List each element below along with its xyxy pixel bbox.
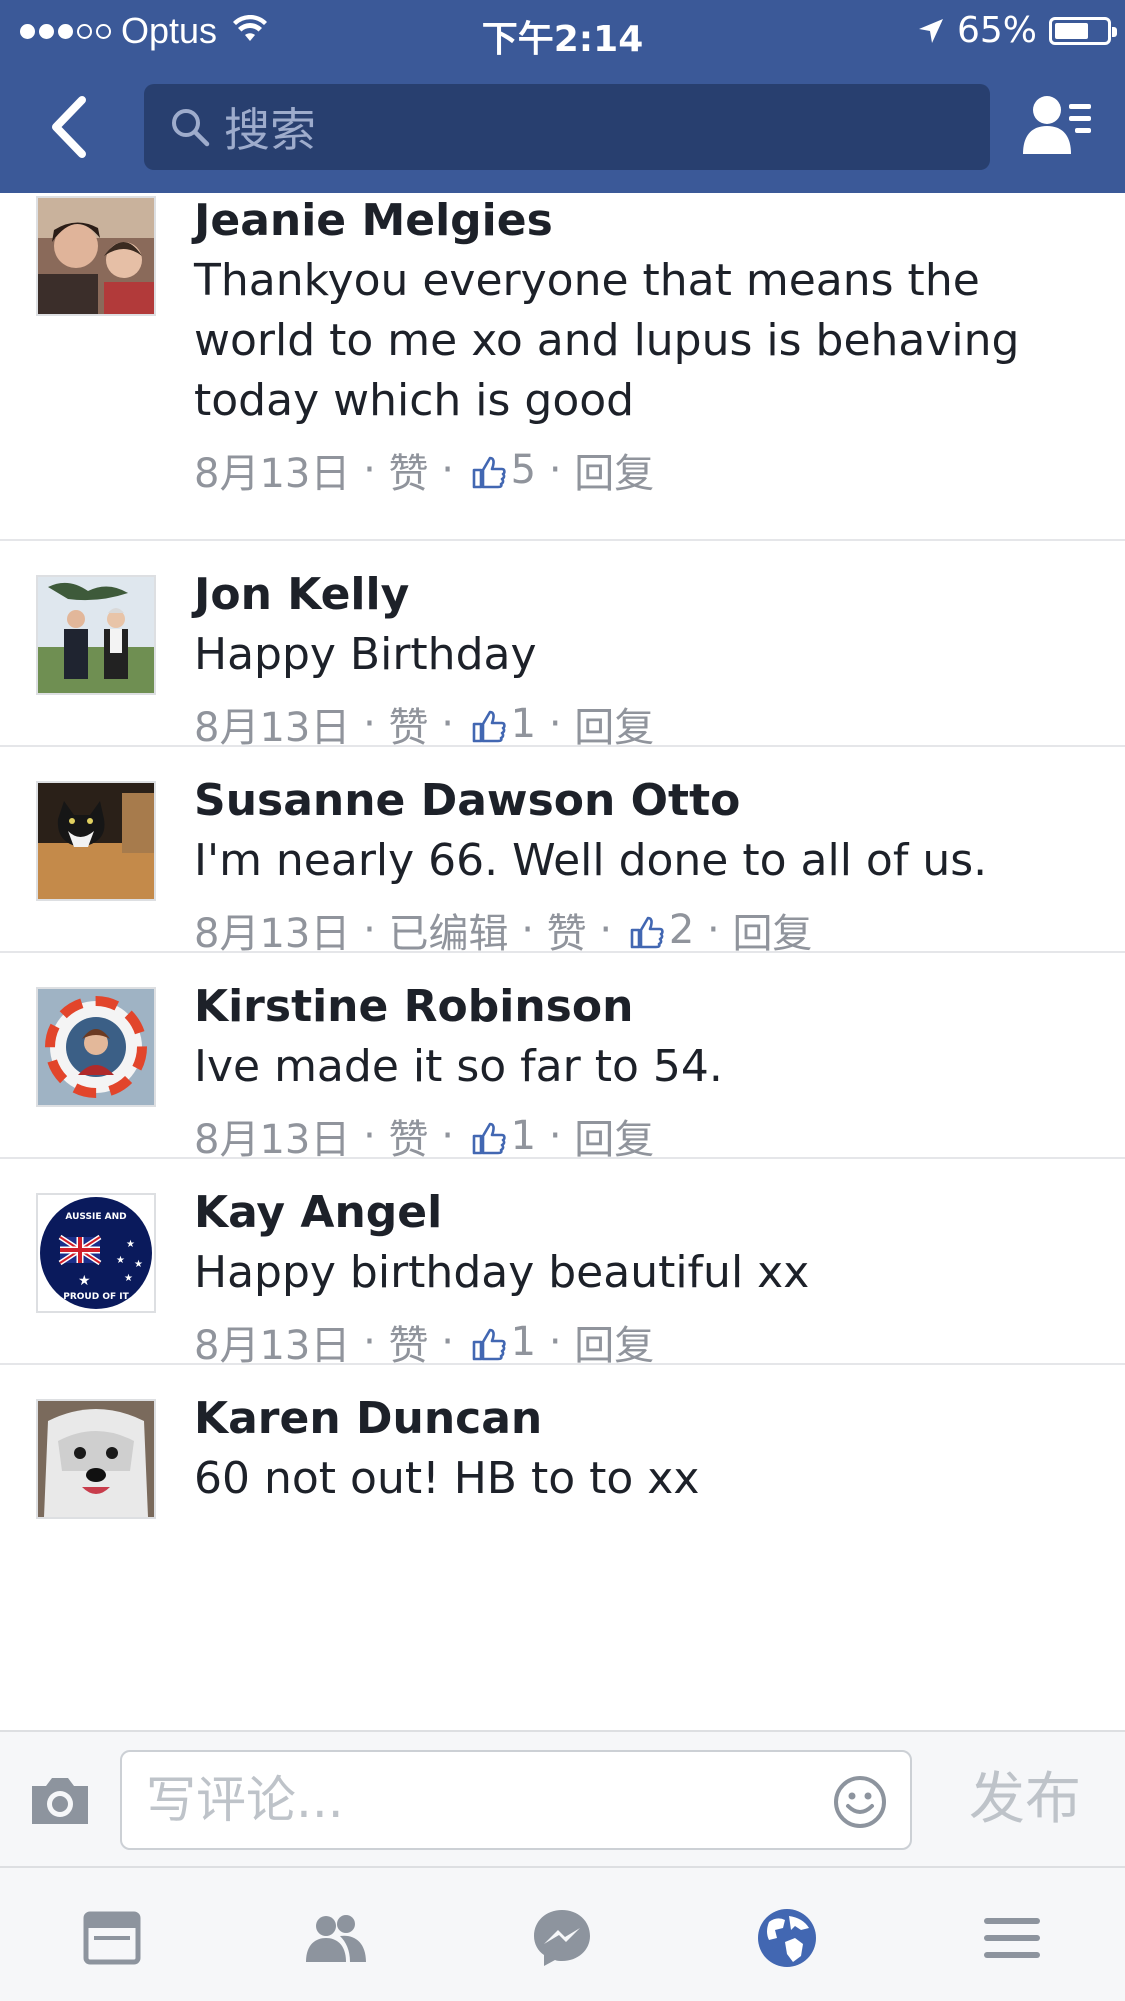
svg-text:★: ★ [124, 1273, 133, 1284]
comment-text: Thankyou everyone that means the world t… [194, 255, 1020, 426]
comment-text: 60 not out! HB to to xx [194, 1453, 700, 1504]
menu-icon[interactable] [980, 1906, 1044, 1970]
like-count[interactable]: 1 [511, 701, 536, 747]
svg-text:★: ★ [134, 1259, 143, 1270]
battery-percent: 65% [956, 10, 1037, 51]
reply-button[interactable]: 回复 [574, 1107, 654, 1165]
comment-item: ★ ★ ★ ★ ★ AUSSIE AND PROUD OF IT Kay Ang… [0, 1159, 1125, 1369]
comment-item: Jon Kelly Happy Birthday 8月13日 · 赞 · 1 ·… [0, 541, 1125, 751]
reply-button[interactable]: 回复 [574, 695, 654, 753]
top-header: Optus 下午2:14 65% 搜索 [0, 0, 1125, 193]
back-chevron-icon[interactable] [40, 92, 100, 162]
search-bar[interactable]: 搜索 [144, 84, 990, 170]
like-count[interactable]: 1 [511, 1319, 536, 1365]
nav-bar: 搜索 [0, 62, 1125, 193]
comment-composer: 写评论... 发布 [0, 1730, 1125, 1868]
avatar[interactable]: ★ ★ ★ ★ ★ AUSSIE AND PROUD OF IT [36, 1193, 156, 1313]
post-button[interactable]: 发布 [969, 1756, 1081, 1844]
avatar[interactable] [36, 1399, 156, 1519]
comment-text: Happy birthday beautiful xx [194, 1247, 810, 1298]
avatar[interactable] [36, 987, 156, 1107]
comment-input[interactable]: 写评论... [120, 1750, 912, 1850]
svg-text:★: ★ [78, 1273, 91, 1289]
thumbs-up-icon [630, 916, 664, 949]
comment-date: 8月13日 [194, 1323, 351, 1369]
reply-button[interactable]: 回复 [732, 901, 812, 959]
comment-meta: 8月13日 · 已编辑 · 赞 · 2 · 回复 [194, 901, 1105, 959]
avatar[interactable] [36, 575, 156, 695]
comment-author[interactable]: Jon Kelly [194, 567, 1105, 623]
edited-label[interactable]: 已编辑 [389, 901, 509, 959]
messenger-icon[interactable] [530, 1906, 594, 1970]
comment-meta: 8月13日 · 赞 · 1 · 回复 [194, 695, 1105, 753]
comment-date: 8月13日 [194, 1117, 351, 1163]
like-button[interactable]: 赞 [547, 901, 587, 959]
friends-icon[interactable] [304, 1906, 368, 1970]
like-button[interactable]: 赞 [389, 695, 429, 753]
comment-item: Jeanie Melgies Thankyou everyone that me… [0, 193, 1125, 541]
comment-body: Kirstine Robinson Ive made it so far to … [194, 979, 1105, 1165]
like-count[interactable]: 5 [511, 447, 536, 493]
comment-date: 8月13日 [194, 705, 351, 751]
sticker-smiley-icon[interactable] [832, 1774, 888, 1830]
status-bar: Optus 下午2:14 65% [0, 0, 1125, 62]
thumbs-up-icon [472, 710, 506, 743]
avatar-badge-text-bottom: PROUD OF IT [63, 1292, 129, 1302]
search-icon [172, 109, 210, 147]
battery-icon [1049, 16, 1117, 45]
comment-body: Kay Angel Happy birthday beautiful xx 8月… [194, 1185, 1105, 1371]
comment-author[interactable]: Karen Duncan [194, 1391, 1105, 1447]
news-feed-icon[interactable] [80, 1906, 144, 1970]
comment-author[interactable]: Susanne Dawson Otto [194, 773, 1105, 829]
comment-item: Susanne Dawson Otto I'm nearly 66. Well … [0, 747, 1125, 957]
location-arrow-icon [918, 18, 943, 43]
comment-body: Jon Kelly Happy Birthday 8月13日 · 赞 · 1 ·… [194, 567, 1105, 753]
comment-meta: 8月13日 · 赞 · 5 · 回复 [194, 441, 1105, 499]
like-button[interactable]: 赞 [389, 441, 429, 499]
comment-author[interactable]: Kirstine Robinson [194, 979, 1105, 1035]
tab-bar [0, 1868, 1125, 2001]
comment-body: Jeanie Melgies Thankyou everyone that me… [194, 193, 1105, 499]
camera-icon[interactable] [28, 1772, 92, 1828]
like-count[interactable]: 1 [511, 1113, 536, 1159]
comment-date: 8月13日 [194, 451, 351, 497]
avatar[interactable] [36, 781, 156, 901]
comment-date: 8月13日 [194, 911, 351, 957]
comment-item: Karen Duncan 60 not out! HB to to xx [0, 1365, 1125, 1569]
comment-text: I'm nearly 66. Well done to all of us. [194, 835, 988, 886]
reply-button[interactable]: 回复 [574, 441, 654, 499]
comment-meta: 8月13日 · 赞 · 1 · 回复 [194, 1107, 1105, 1165]
status-right: 65% [917, 10, 1117, 51]
thumbs-up-icon [472, 1328, 506, 1361]
comment-author[interactable]: Kay Angel [194, 1185, 1105, 1241]
like-button[interactable]: 赞 [389, 1313, 429, 1371]
svg-text:★: ★ [116, 1255, 125, 1266]
notifications-globe-icon[interactable] [755, 1906, 819, 1970]
comments-list: Jeanie Melgies Thankyou everyone that me… [0, 193, 1125, 1730]
search-placeholder: 搜索 [224, 103, 316, 157]
like-button[interactable]: 赞 [389, 1107, 429, 1165]
comment-item: Kirstine Robinson Ive made it so far to … [0, 953, 1125, 1163]
comment-meta: 8月13日 · 赞 · 1 · 回复 [194, 1313, 1105, 1371]
like-count[interactable]: 2 [669, 907, 694, 953]
friend-requests-icon[interactable] [1021, 92, 1095, 162]
comment-body: Karen Duncan 60 not out! HB to to xx [194, 1391, 1105, 1509]
comment-body: Susanne Dawson Otto I'm nearly 66. Well … [194, 773, 1105, 959]
svg-text:★: ★ [126, 1239, 135, 1250]
comment-author[interactable]: Jeanie Melgies [194, 193, 1105, 249]
avatar-badge-text-top: AUSSIE AND [65, 1212, 126, 1222]
comment-text: Happy Birthday [194, 629, 537, 680]
thumbs-up-icon [472, 456, 506, 489]
avatar[interactable] [36, 196, 156, 316]
comment-text: Ive made it so far to 54. [194, 1041, 723, 1092]
comment-input-placeholder: 写评论... [146, 1771, 344, 1829]
thumbs-up-icon [472, 1122, 506, 1155]
reply-button[interactable]: 回复 [574, 1313, 654, 1371]
